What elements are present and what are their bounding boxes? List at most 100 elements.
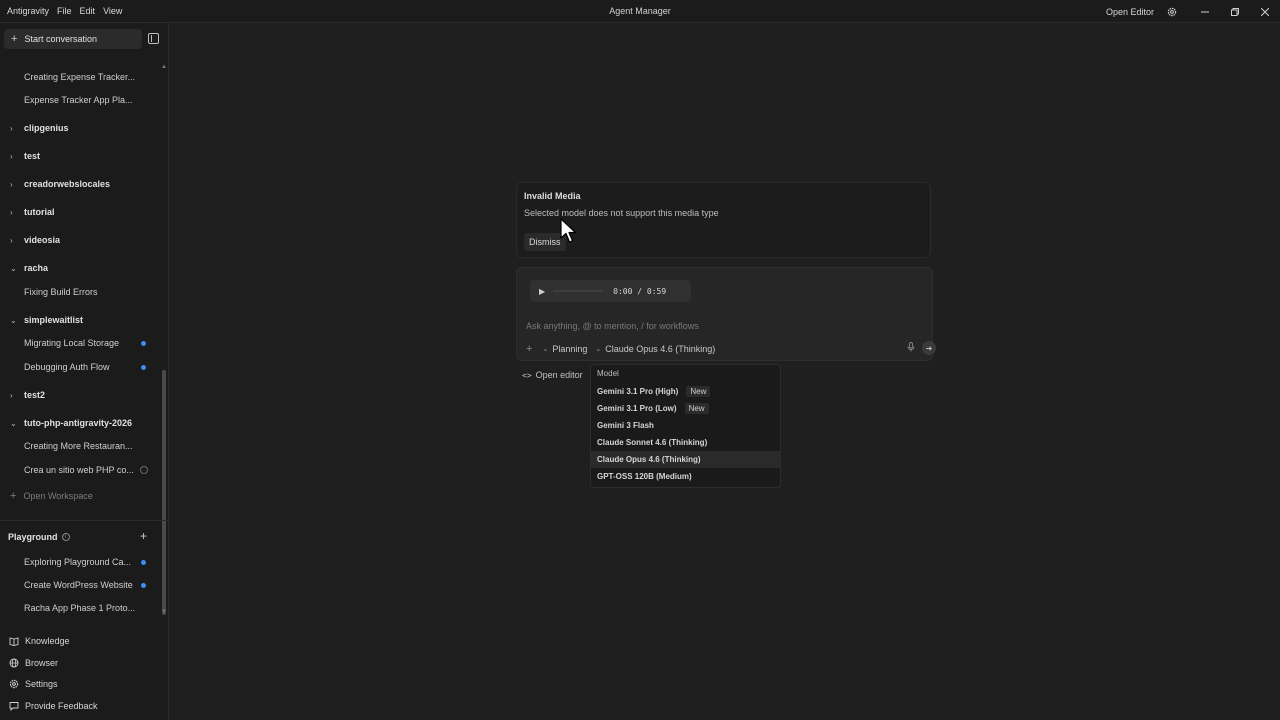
workspace-folder[interactable]: › test <box>0 147 160 165</box>
title-actions: Open Editor <box>1106 0 1280 23</box>
model-option[interactable]: GPT-OSS 120B (Medium) <box>591 468 780 485</box>
model-option[interactable]: Gemini 3.1 Pro (High) New <box>591 383 780 400</box>
playground-item[interactable]: Exploring Playground Ca... <box>0 553 160 571</box>
conversation-item[interactable]: Migrating Local Storage <box>0 334 160 352</box>
workspace-folder[interactable]: › videosia <box>0 231 160 249</box>
gear-icon <box>9 679 19 689</box>
nav-feedback-label: Provide Feedback <box>25 701 98 711</box>
playground-add-button[interactable]: + <box>140 529 147 543</box>
menu-bar: Antigravity File Edit View <box>0 6 130 16</box>
chevron-right-icon: › <box>10 123 13 133</box>
playground-item-label: Exploring Playground Ca... <box>24 557 132 567</box>
mode-label: Planning <box>552 344 588 354</box>
model-label: Claude Opus 4.6 (Thinking) <box>605 344 716 354</box>
scroll-down-icon[interactable]: ▼ <box>161 609 167 615</box>
view-menu[interactable]: View <box>103 6 122 16</box>
workspace-folder[interactable]: › tutorial <box>0 203 160 221</box>
open-editor-link[interactable]: Open editor <box>536 370 583 380</box>
conversation-item[interactable]: Debugging Auth Flow <box>0 358 160 376</box>
workspace-folder[interactable]: ⌄ racha <box>0 259 160 277</box>
file-menu[interactable]: File <box>57 6 72 16</box>
model-option[interactable]: Gemini 3 Flash <box>591 417 780 434</box>
playground-header: Playground i <box>8 532 70 542</box>
model-option[interactable]: Claude Sonnet 4.6 (Thinking) <box>591 434 780 451</box>
workspace-folder[interactable]: › creadorwebslocales <box>0 175 160 193</box>
model-option-selected[interactable]: Claude Opus 4.6 (Thinking) <box>591 451 780 468</box>
play-icon[interactable]: ▶ <box>539 287 545 296</box>
chevron-down-icon: ⌄ <box>595 346 602 353</box>
workspace-folder[interactable]: ⌄ tuto-php-antigravity-2026 <box>0 414 160 432</box>
workspace-folder[interactable]: ⌄ simplewaitlist <box>0 311 160 329</box>
sidebar-divider <box>0 520 168 521</box>
gear-icon[interactable] <box>1164 0 1180 23</box>
chevron-right-icon: › <box>10 235 13 245</box>
playground-item-label: Racha App Phase 1 Proto... <box>24 603 136 613</box>
chevron-down-icon: ⌄ <box>10 315 17 325</box>
workspace-folder[interactable]: › test2 <box>0 386 160 404</box>
nav-feedback[interactable]: Provide Feedback <box>0 696 168 716</box>
composer-footer: <> Open editor U <box>522 370 597 380</box>
open-workspace-label: Open Workspace <box>23 491 93 501</box>
close-icon[interactable] <box>1250 0 1280 23</box>
alert-message: Selected model does not support this med… <box>524 208 719 218</box>
open-editor-button[interactable]: Open Editor <box>1106 7 1154 17</box>
sidebar-scroll-thumb[interactable] <box>162 370 166 615</box>
workspace-label: creadorwebslocales <box>24 179 111 189</box>
nav-browser[interactable]: Browser <box>0 653 168 673</box>
title-bar: Antigravity File Edit View Agent Manager… <box>0 0 1280 23</box>
conversation-item[interactable]: Creating Expense Tracker... <box>0 68 160 86</box>
workspace-label: tuto-php-antigravity-2026 <box>24 418 133 428</box>
mouse-cursor-icon <box>560 218 578 246</box>
alert-title: Invalid Media <box>524 191 581 201</box>
microphone-icon[interactable] <box>907 342 915 354</box>
workspace-label: tutorial <box>24 207 55 217</box>
restore-icon[interactable] <box>1220 0 1250 23</box>
nav-knowledge-label: Knowledge <box>25 636 70 646</box>
playground-item[interactable]: Create WordPress Website <box>0 576 160 594</box>
unread-dot <box>141 364 146 370</box>
plus-icon: + <box>11 32 18 45</box>
start-conversation-button[interactable]: + Start conversation <box>4 29 142 49</box>
app-menu[interactable]: Antigravity <box>7 6 49 16</box>
conversation-label: Creating Expense Tracker... <box>24 72 136 82</box>
chevron-right-icon: › <box>10 207 13 217</box>
edit-menu[interactable]: Edit <box>80 6 96 16</box>
send-button[interactable]: ➜ <box>922 341 936 355</box>
chevron-right-icon: › <box>10 390 13 400</box>
audio-waveform <box>553 290 604 292</box>
conversation-label: Crea un sitio web PHP co... <box>24 465 134 475</box>
mode-selector[interactable]: ⌄ Planning <box>542 344 587 354</box>
chevron-right-icon: › <box>10 179 13 189</box>
conversation-item[interactable]: Fixing Build Errors <box>0 283 160 301</box>
audio-attachment[interactable]: ▶ 0:00 / 0:59 <box>530 280 691 302</box>
info-icon[interactable]: i <box>61 533 70 541</box>
unread-dot <box>141 559 146 565</box>
sidebar: + Start conversation ▲ ▼ Creating Expens… <box>0 23 169 720</box>
conversation-item[interactable]: Creating More Restauran... <box>0 437 160 455</box>
chevron-right-icon: › <box>10 151 13 161</box>
minimize-icon[interactable] <box>1190 0 1220 23</box>
workspace-label: test <box>24 151 41 161</box>
invalid-media-alert: Invalid Media Selected model does not su… <box>516 182 931 258</box>
conversation-item[interactable]: Crea un sitio web PHP co... <box>0 461 160 479</box>
workspace-label: racha <box>24 263 49 273</box>
nav-knowledge[interactable]: Knowledge <box>0 631 168 651</box>
model-option-label: Gemini 3.1 Pro (Low) <box>597 404 677 413</box>
playground-item[interactable]: Racha App Phase 1 Proto... <box>0 599 160 617</box>
plus-icon: + <box>10 490 17 502</box>
start-conversation-label: Start conversation <box>24 34 97 44</box>
chevron-down-icon: ⌄ <box>10 263 17 273</box>
workspace-folder[interactable]: › clipgenius <box>0 119 160 137</box>
open-workspace-button[interactable]: + Open Workspace <box>10 490 93 502</box>
sidebar-toggle-icon[interactable] <box>148 33 159 44</box>
model-option[interactable]: Gemini 3.1 Pro (Low) New <box>591 400 780 417</box>
model-option-label: GPT-OSS 120B (Medium) <box>597 472 692 481</box>
unread-dot <box>141 340 146 346</box>
conversation-label: Fixing Build Errors <box>24 287 98 297</box>
add-context-button[interactable]: + <box>526 343 532 355</box>
nav-settings[interactable]: Settings <box>0 674 168 694</box>
model-selector[interactable]: ⌄ Claude Opus 4.6 (Thinking) <box>595 344 715 354</box>
prompt-input[interactable]: Ask anything, @ to mention, / for workfl… <box>526 321 699 331</box>
conversation-item[interactable]: Expense Tracker App Pla... <box>0 91 160 109</box>
workspace-label: test2 <box>24 390 46 400</box>
